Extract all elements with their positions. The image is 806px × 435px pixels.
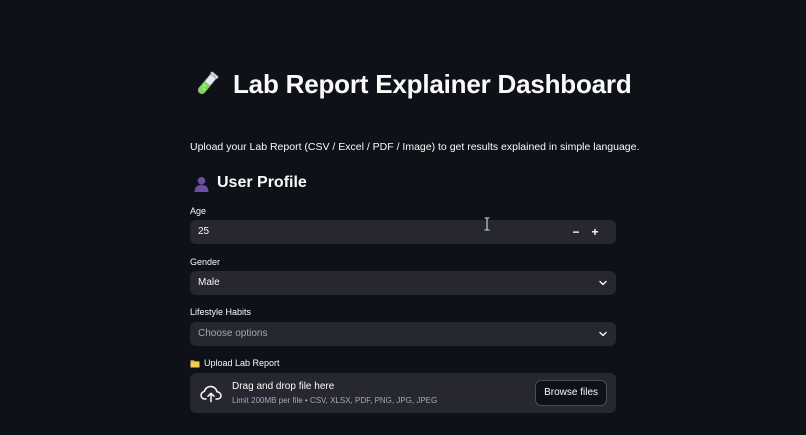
text-cursor-icon [484,217,490,231]
gender-label: Gender [190,257,221,267]
page-title: Lab Report Explainer Dashboard [192,66,632,102]
upload-label: Upload Lab Report [190,357,280,369]
age-value[interactable]: 25 [198,220,209,244]
user-silhouette-icon [192,173,211,193]
browse-files-button[interactable]: Browse files [535,380,607,406]
age-label: Age [190,206,207,216]
intro-text: Upload your Lab Report (CSV / Excel / PD… [190,141,640,153]
cloud-upload-icon [200,385,222,403]
title-text: Lab Report Explainer Dashboard [233,68,632,99]
age-decrement-button[interactable]: − [567,220,585,244]
test-tube-icon [197,71,219,95]
chevron-down-icon [599,280,607,286]
user-profile-title: User Profile [217,174,307,191]
lifestyle-label: Lifestyle Habits [190,307,252,317]
file-dropzone[interactable]: Drag and drop file here Limit 200MB per … [190,373,616,413]
chevron-down-icon [599,331,607,337]
lifestyle-multiselect[interactable]: Choose options [190,322,616,346]
gender-select[interactable]: Male [190,271,616,295]
drop-title: Drag and drop file here [232,381,335,392]
age-number-input[interactable]: 25 − + [190,220,616,244]
user-profile-heading: User Profile [192,171,307,195]
age-increment-button[interactable]: + [586,220,604,244]
lifestyle-placeholder: Choose options [198,328,268,339]
file-limit-text: Limit 200MB per file • CSV, XLSX, PDF, P… [232,396,438,405]
folder-icon [190,359,200,367]
upload-label-text: Upload Lab Report [204,358,280,368]
gender-selected-value: Male [198,277,220,288]
app-root: Lab Report Explainer Dashboard Upload yo… [0,0,806,435]
